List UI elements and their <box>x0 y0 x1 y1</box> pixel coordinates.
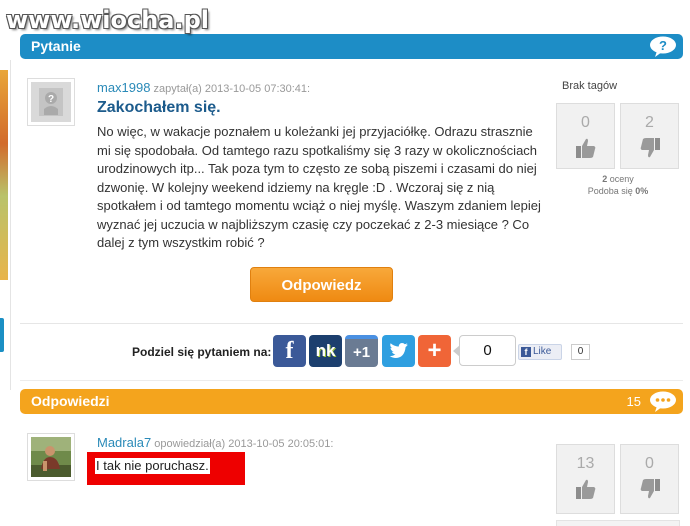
answers-bubble-icon <box>650 391 676 412</box>
question-author-avatar[interactable]: ? <box>27 78 75 126</box>
google-plus-icon: +1 <box>352 344 371 361</box>
user-photo <box>31 437 71 477</box>
answer-highlight: I tak nie poruchasz. <box>87 452 245 485</box>
google-plus-share-button[interactable]: +1 <box>345 335 378 367</box>
question-dislike-count: 2 <box>645 114 654 131</box>
question-dislike-button[interactable]: 2 <box>620 103 679 169</box>
ratings-label: oceny <box>609 174 634 184</box>
thumbs-up-icon <box>575 138 595 158</box>
default-user-icon: ? <box>39 88 63 116</box>
twitter-bird-icon <box>389 343 408 358</box>
divider <box>20 323 683 324</box>
thumbs-down-icon <box>640 138 660 158</box>
question-section-title: Pytanie <box>31 38 81 54</box>
tags-label: Brak tagów <box>562 80 618 92</box>
plus-icon: + <box>427 337 442 364</box>
answer-rating-summary <box>556 520 680 526</box>
twitter-share-button[interactable] <box>382 335 415 367</box>
answer-meta: Madrala7 opowiedział(a) 2013-10-05 20:05… <box>97 435 333 450</box>
share-counter: 0 <box>453 335 516 366</box>
ratings-count: 2 <box>602 174 608 184</box>
site-watermark: www.wiocha.pl <box>6 6 210 34</box>
facebook-like-icon: f <box>521 347 531 357</box>
share-label: Podziel się pytaniem na: <box>132 345 272 359</box>
answer-date: opowiedział(a) 2013-10-05 20:05:01: <box>154 438 334 450</box>
answer-author-avatar[interactable] <box>27 433 75 481</box>
question-like-count: 0 <box>581 114 590 131</box>
thumbs-down-icon <box>640 479 660 499</box>
question-meta: max1998 zapytał(a) 2013-10-05 07:30:41: <box>97 80 310 95</box>
answer-dislike-count: 0 <box>645 455 654 472</box>
answer-dislike-button[interactable]: 0 <box>620 444 679 514</box>
answer-like-count: 13 <box>576 455 595 472</box>
answer-author-link[interactable]: Madrala7 <box>97 435 151 450</box>
question-author-link[interactable]: max1998 <box>97 80 150 95</box>
answer-button[interactable]: Odpowiedz <box>250 267 393 302</box>
likes-percent: 0% <box>635 186 649 196</box>
facebook-like-button[interactable]: f Like <box>518 344 562 360</box>
answers-section-title: Odpowiedzi <box>31 393 110 409</box>
facebook-like-label: Like <box>533 346 552 357</box>
thumbs-up-icon <box>575 479 595 499</box>
facebook-like-count: 0 <box>571 344 590 360</box>
addthis-share-button[interactable]: + <box>418 335 451 367</box>
divider <box>20 380 683 381</box>
answers-count: 15 <box>626 394 641 409</box>
question-rating-summary: 2 oceny Podoba się 0% <box>556 173 680 197</box>
question-title[interactable]: Zakochałem się. <box>97 99 221 117</box>
question-section-header: Pytanie ? <box>20 34 683 59</box>
left-decoration-strip <box>0 70 8 280</box>
left-column-border <box>10 60 11 390</box>
facebook-icon: f <box>285 338 294 364</box>
question-like-button[interactable]: 0 <box>556 103 615 169</box>
left-side-tab[interactable] <box>0 318 4 352</box>
nk-icon: nk <box>315 341 336 360</box>
question-body: No więc, w wakacje poznałem u koleżanki … <box>97 124 541 250</box>
question-date: zapytał(a) 2013-10-05 07:30:41: <box>153 83 311 95</box>
answer-text: I tak nie poruchasz. <box>95 458 210 474</box>
likes-label: Podoba się <box>587 186 633 196</box>
answers-section-header: Odpowiedzi 15 <box>20 389 683 414</box>
nk-share-button[interactable]: nk <box>309 335 342 367</box>
question-bubble-icon: ? <box>650 36 676 57</box>
facebook-share-button[interactable]: f <box>273 335 306 367</box>
svg-text:?: ? <box>659 38 667 53</box>
svg-text:?: ? <box>48 94 54 105</box>
answer-like-button[interactable]: 13 <box>556 444 615 514</box>
